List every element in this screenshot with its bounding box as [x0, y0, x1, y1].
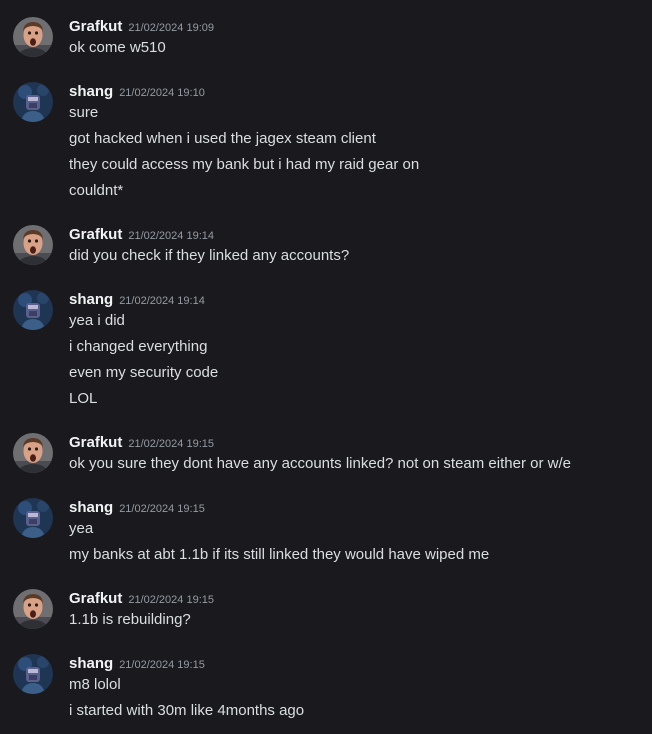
- message-text: LOL: [69, 390, 98, 407]
- message-timestamp[interactable]: 21/02/2024 19:10: [119, 87, 205, 99]
- avatar[interactable]: [13, 17, 53, 57]
- message-header: Grafkut 21/02/2024 19:15: [69, 589, 214, 609]
- message-timestamp[interactable]: 21/02/2024 19:15: [119, 659, 205, 671]
- author-name[interactable]: shang: [69, 83, 113, 100]
- author-name[interactable]: shang: [69, 655, 113, 672]
- author-name[interactable]: Grafkut: [69, 18, 122, 35]
- dark-blue-character-avatar-icon: [13, 82, 53, 122]
- message-text: ok you sure they dont have any accounts …: [69, 455, 571, 472]
- avatar[interactable]: [13, 433, 53, 473]
- man-shocked-face-avatar-icon: [13, 433, 53, 473]
- message-text: yea: [69, 520, 94, 537]
- avatar[interactable]: [13, 225, 53, 265]
- message-text: yea i did: [69, 312, 125, 329]
- man-shocked-face-avatar-icon: [13, 17, 53, 57]
- avatar[interactable]: [13, 654, 53, 694]
- message-timestamp[interactable]: 21/02/2024 19:14: [119, 295, 205, 307]
- message-timestamp[interactable]: 21/02/2024 19:15: [128, 438, 214, 450]
- message-header: shang 21/02/2024 19:10: [69, 82, 205, 102]
- message-text: sure: [69, 104, 99, 121]
- author-name[interactable]: Grafkut: [69, 226, 122, 243]
- man-shocked-face-avatar-icon: [13, 225, 53, 265]
- message-text: i started with 30m like 4months ago: [69, 702, 305, 719]
- message-text: got hacked when i used the jagex steam c…: [69, 130, 376, 147]
- message-header: shang 21/02/2024 19:15: [69, 654, 205, 674]
- author-name[interactable]: shang: [69, 499, 113, 516]
- author-name[interactable]: Grafkut: [69, 590, 122, 607]
- message-text: couldnt*: [69, 182, 124, 199]
- message-timestamp[interactable]: 21/02/2024 19:15: [119, 503, 205, 515]
- dark-blue-character-avatar-icon: [13, 290, 53, 330]
- message-header: Grafkut 21/02/2024 19:15: [69, 433, 214, 453]
- author-name[interactable]: shang: [69, 291, 113, 308]
- dark-blue-character-avatar-icon: [13, 654, 53, 694]
- author-name[interactable]: Grafkut: [69, 434, 122, 451]
- message-text: even my security code: [69, 364, 219, 381]
- message-timestamp[interactable]: 21/02/2024 19:09: [128, 22, 214, 34]
- avatar[interactable]: [13, 589, 53, 629]
- message-text: m8 lolol: [69, 676, 121, 693]
- avatar[interactable]: [13, 82, 53, 122]
- message-header: Grafkut 21/02/2024 19:14: [69, 225, 214, 245]
- avatar[interactable]: [13, 498, 53, 538]
- message-text: my banks at abt 1.1b if its still linked…: [69, 546, 490, 563]
- message-text: ok come w510: [69, 39, 166, 56]
- avatar[interactable]: [13, 290, 53, 330]
- message-timestamp[interactable]: 21/02/2024 19:14: [128, 230, 214, 242]
- message-timestamp[interactable]: 21/02/2024 19:15: [128, 594, 214, 606]
- message-text: i changed everything: [69, 338, 208, 355]
- message-header: Grafkut 21/02/2024 19:09: [69, 17, 214, 37]
- message-header: shang 21/02/2024 19:15: [69, 498, 205, 518]
- message-header: shang 21/02/2024 19:14: [69, 290, 205, 310]
- message-text: they could access my bank but i had my r…: [69, 156, 420, 173]
- chat-message-list: Grafkut 21/02/2024 19:09 ok come w510 sha…: [0, 0, 652, 734]
- man-shocked-face-avatar-icon: [13, 589, 53, 629]
- message-text: did you check if they linked any account…: [69, 247, 350, 264]
- dark-blue-character-avatar-icon: [13, 498, 53, 538]
- message-text: 1.1b is rebuilding?: [69, 611, 191, 628]
